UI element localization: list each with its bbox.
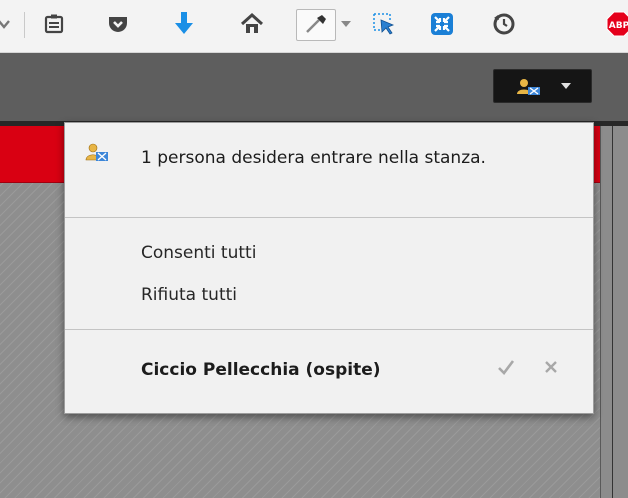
deny-all-link[interactable]: Rifiuta tutti bbox=[141, 285, 237, 305]
browser-toolbar: ABP bbox=[0, 0, 628, 53]
home-icon[interactable] bbox=[238, 10, 266, 38]
divider bbox=[65, 329, 593, 330]
element-picker-icon[interactable] bbox=[370, 10, 398, 38]
attendee-requests-button[interactable] bbox=[493, 69, 592, 103]
adblock-icon[interactable]: ABP bbox=[606, 10, 628, 38]
eyedropper-button[interactable] bbox=[296, 9, 336, 41]
chevron-down-icon bbox=[561, 83, 571, 89]
reader-icon[interactable] bbox=[40, 10, 68, 38]
close-icon bbox=[545, 361, 557, 373]
guest-request-name: Ciccio Pellecchia (ospite) bbox=[141, 360, 381, 380]
side-pod-border bbox=[612, 126, 613, 498]
allow-all-link[interactable]: Consenti tutti bbox=[141, 243, 256, 263]
history-icon[interactable] bbox=[490, 10, 518, 38]
dropdown-arrow-icon[interactable] bbox=[334, 10, 358, 38]
side-pod bbox=[600, 126, 628, 498]
attendee-request-icon bbox=[517, 79, 540, 95]
pocket-icon[interactable] bbox=[104, 10, 132, 38]
app-header bbox=[0, 53, 628, 121]
accept-button[interactable] bbox=[495, 356, 517, 378]
toolbar-separator bbox=[24, 12, 25, 38]
chevron-down-icon[interactable] bbox=[0, 10, 14, 38]
adblock-label: ABP bbox=[609, 21, 628, 31]
reject-button[interactable] bbox=[540, 356, 562, 378]
request-message: 1 persona desidera entrare nella stanza. bbox=[141, 148, 486, 168]
checkmark-icon bbox=[498, 360, 515, 375]
divider bbox=[65, 217, 593, 218]
shrink-icon[interactable] bbox=[428, 10, 456, 38]
attendee-request-popup: 1 persona desidera entrare nella stanza.… bbox=[64, 122, 594, 414]
download-icon[interactable] bbox=[170, 10, 198, 38]
eyedropper-icon bbox=[306, 15, 326, 33]
attendee-request-icon bbox=[85, 143, 108, 163]
